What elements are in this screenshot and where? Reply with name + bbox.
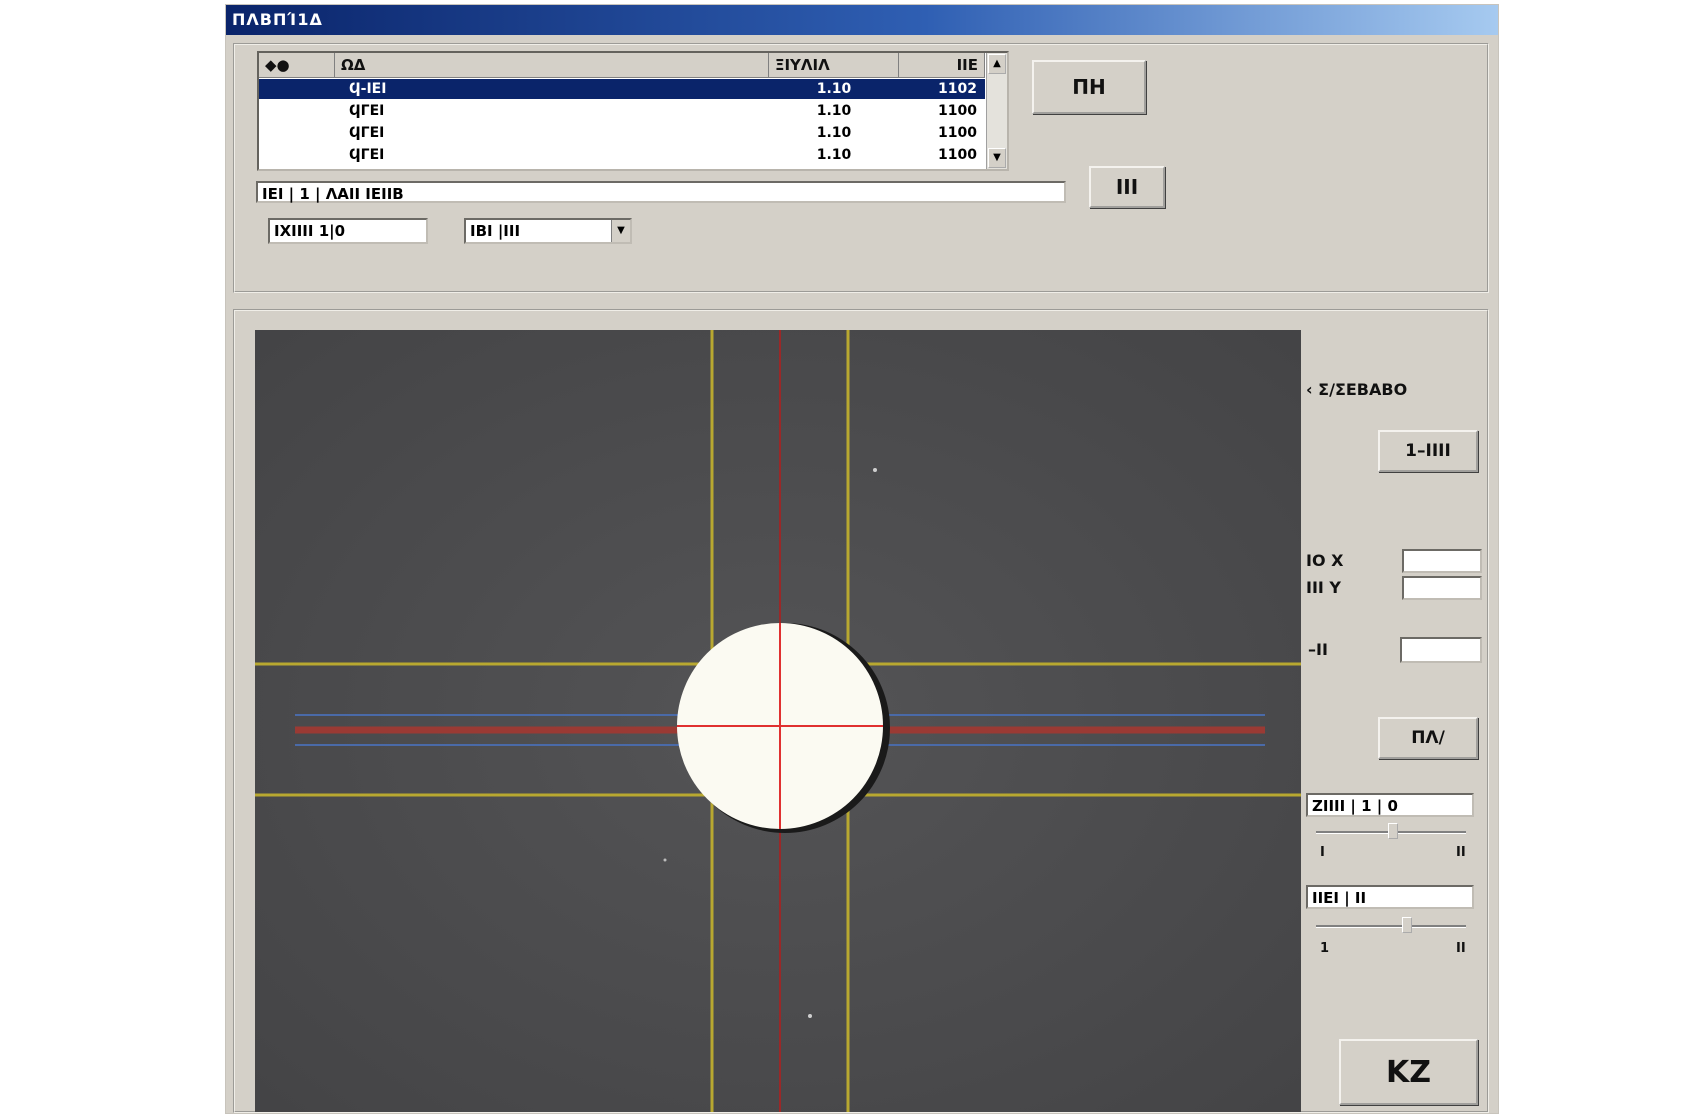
- middle-combo-value: ΙΒΙ |ΙΙΙ: [470, 222, 521, 240]
- value-field[interactable]: [1400, 637, 1482, 663]
- slider-1-max-label: ΙΙ: [1456, 845, 1466, 860]
- viewer-canvas: [255, 330, 1301, 1112]
- row-marker: [259, 145, 335, 165]
- title-bar[interactable]: ΠΛΒΠΊ1Δ: [226, 5, 1498, 35]
- right-panel-heading: ‹ Σ/ΣΕΒΑΒΟ: [1306, 380, 1408, 399]
- chevron-down-icon[interactable]: ▼: [611, 220, 630, 242]
- right-combo-2-value: ΙΙΕΙ | ΙΙ: [1312, 889, 1367, 907]
- row-count: 1100: [938, 125, 977, 141]
- column-header-icon[interactable]: ◆●: [259, 53, 335, 77]
- list-row[interactable]: ϤΓΕΙ 1.10 1100: [259, 145, 985, 165]
- row-count: 1102: [938, 81, 977, 97]
- calibrate-button[interactable]: 1–ΙΙΙΙ: [1378, 430, 1478, 472]
- row-name: ϤΓΕΙ: [349, 125, 385, 141]
- application-window: ΠΛΒΠΊ1Δ ◆● ΩΔ ΞΙΥΛΙΛ ΙΙΕ Ϥ-ΙΕΙ 1.10 1102…: [225, 4, 1499, 1114]
- status-field[interactable]: ΙΕΙ | 1 | ΛΑΙΙ ΙΕΙΙΒ: [256, 181, 1066, 203]
- speck: [663, 858, 667, 862]
- item-list[interactable]: ◆● ΩΔ ΞΙΥΛΙΛ ΙΙΕ Ϥ-ΙΕΙ 1.10 1102 ϤΓΕΙ 1.…: [257, 51, 1009, 171]
- secondary-button[interactable]: ΙΙΙ: [1089, 166, 1165, 208]
- list-row[interactable]: ϤΓΕΙ 1.10 1100: [259, 101, 985, 121]
- row-marker: [259, 123, 335, 143]
- row-value: 1.10: [816, 147, 852, 163]
- speck: [808, 1014, 812, 1018]
- slider-2-min-label: 1: [1320, 941, 1330, 956]
- scroll-up-icon[interactable]: ▲: [988, 54, 1006, 74]
- right-combo-1[interactable]: ΖΙΙΙΙ | 1 | 0: [1306, 793, 1474, 817]
- coord-x-label: ΙΟ X: [1306, 551, 1344, 570]
- row-count: 1100: [938, 103, 977, 119]
- row-marker: [259, 79, 335, 99]
- list-row[interactable]: ϤΓΕΙ 1.10 1100: [259, 123, 985, 143]
- middle-combo[interactable]: ΙΒΙ |ΙΙΙ ▼: [464, 218, 632, 244]
- column-header-value[interactable]: ΞΙΥΛΙΛ: [769, 53, 899, 77]
- coord-x-field[interactable]: [1402, 549, 1482, 573]
- right-combo-1-value: ΖΙΙΙΙ | 1 | 0: [1312, 797, 1398, 815]
- slider-2-max-label: ΙΙ: [1456, 941, 1466, 956]
- column-header-count[interactable]: ΙΙΕ: [899, 53, 985, 77]
- close-button[interactable]: ΚΖ: [1339, 1039, 1478, 1105]
- scroll-down-icon[interactable]: ▼: [988, 148, 1006, 168]
- list-header: ◆● ΩΔ ΞΙΥΛΙΛ ΙΙΕ: [259, 53, 985, 78]
- row-value: 1.10: [816, 125, 852, 141]
- primary-button[interactable]: ΠΗ: [1032, 60, 1146, 114]
- row-value: 1.10: [816, 103, 852, 119]
- slider-2-track[interactable]: [1316, 925, 1466, 928]
- image-viewer[interactable]: [255, 330, 1301, 1112]
- row-name: ϤΓΕΙ: [349, 147, 385, 163]
- left-combo[interactable]: ΙΧΙΙΙΙ 1|0: [268, 218, 428, 244]
- slider-1-min-label: Ι: [1320, 845, 1325, 860]
- coord-y-field[interactable]: [1402, 576, 1482, 600]
- row-count: 1100: [938, 147, 977, 163]
- slider-2-thumb[interactable]: [1402, 917, 1412, 933]
- row-value: 1.10: [816, 81, 852, 97]
- coord-y-label: ΙΙΙ Y: [1306, 578, 1342, 597]
- row-name: Ϥ-ΙΕΙ: [349, 81, 387, 97]
- window-title: ΠΛΒΠΊ1Δ: [232, 10, 323, 29]
- column-header-name[interactable]: ΩΔ: [335, 53, 769, 77]
- speck: [873, 468, 877, 472]
- row-name: ϤΓΕΙ: [349, 103, 385, 119]
- value-label: –ΙΙ: [1308, 640, 1328, 659]
- row-marker: [259, 101, 335, 121]
- left-combo-value: ΙΧΙΙΙΙ 1|0: [274, 222, 346, 240]
- list-row-selected[interactable]: Ϥ-ΙΕΙ 1.10 1102: [259, 79, 985, 99]
- apply-button[interactable]: ΠΛ/: [1378, 717, 1478, 759]
- slider-1-thumb[interactable]: [1388, 823, 1398, 839]
- right-combo-2[interactable]: ΙΙΕΙ | ΙΙ: [1306, 885, 1474, 909]
- list-scrollbar[interactable]: ▲ ▼: [986, 53, 1007, 169]
